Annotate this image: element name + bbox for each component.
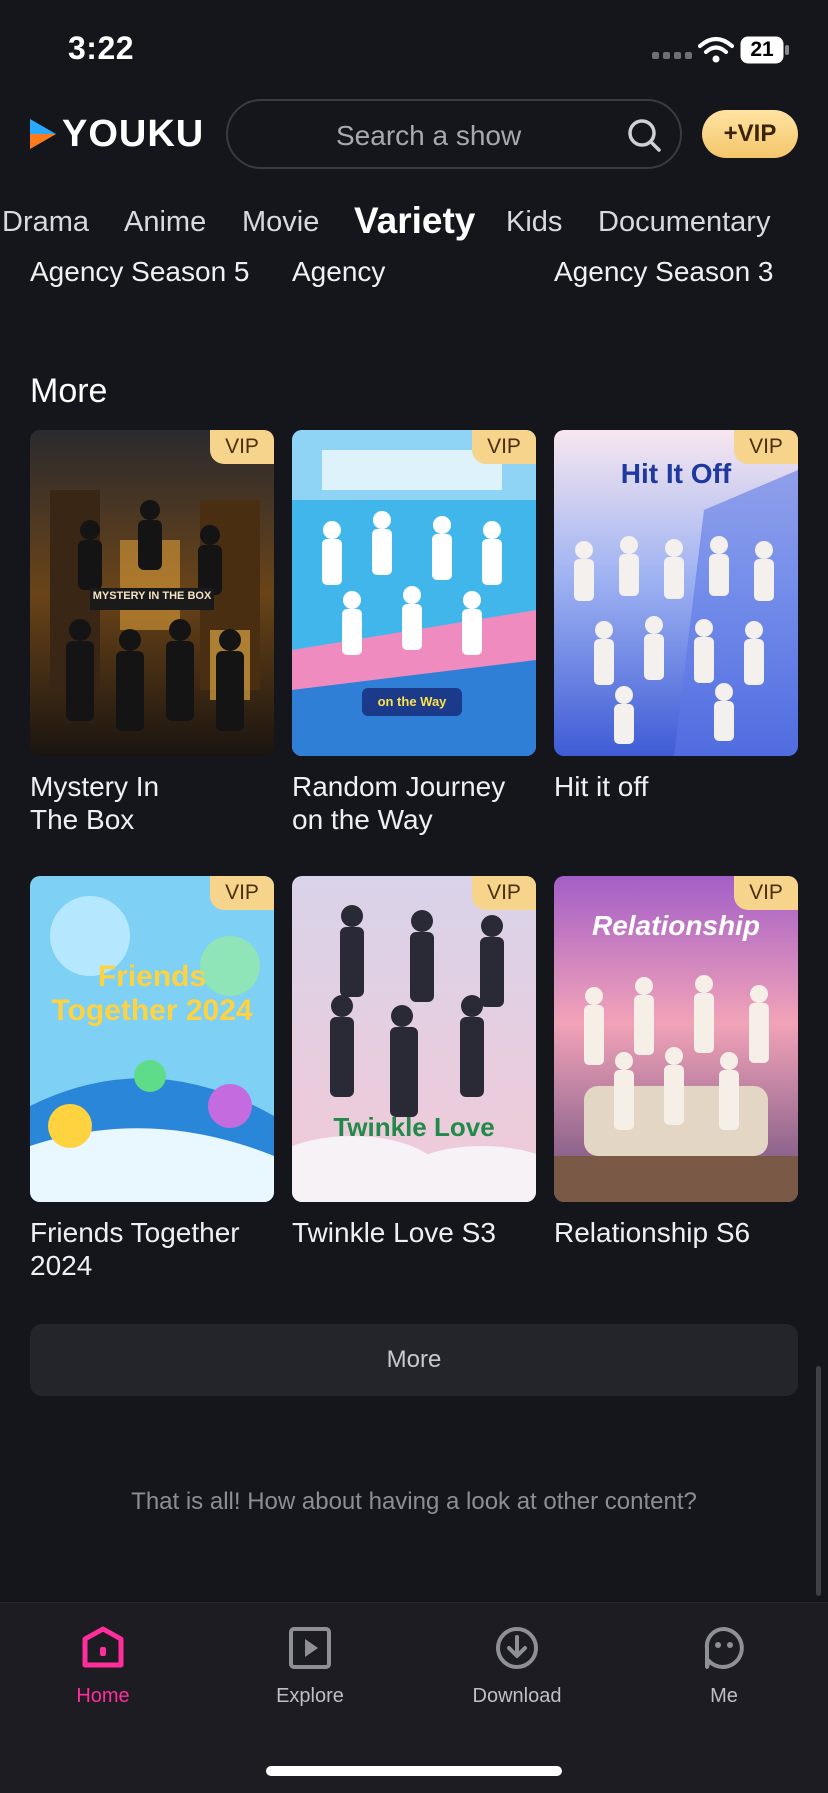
nav-explore[interactable]: Explore	[240, 1625, 380, 1708]
youku-play-icon	[30, 119, 56, 149]
home-indicator[interactable]	[266, 1766, 562, 1776]
show-card[interactable]: Twinkle Love VIP Twinkle Love S3	[292, 876, 536, 1249]
category-tabs: Drama Anime Movie Variety Kids Documenta…	[0, 200, 828, 250]
logo-text: YOUKU	[62, 112, 205, 155]
play-square-icon	[289, 1627, 331, 1669]
nav-home[interactable]: Home	[33, 1625, 173, 1708]
show-poster[interactable]: Hit It Off VIP	[554, 430, 798, 756]
more-button[interactable]: More	[30, 1324, 798, 1396]
home-icon	[82, 1626, 124, 1668]
tab-variety[interactable]: Variety	[354, 200, 475, 242]
show-title: Mystery In The Box	[30, 770, 274, 836]
show-poster[interactable]: Friends Together 2024 VIP	[30, 876, 274, 1202]
nav-me[interactable]: Me	[654, 1625, 794, 1708]
show-title-line: on the Way	[292, 804, 433, 835]
show-title: Hit it off	[554, 770, 798, 803]
show-title: Twinkle Love S3	[292, 1216, 536, 1249]
search-input[interactable]: Search a show	[226, 99, 682, 169]
bottom-nav: Home Explore Download Me	[0, 1602, 828, 1793]
battery-level: 21	[750, 38, 774, 61]
previous-card-title[interactable]: Agency	[292, 255, 385, 315]
nav-download[interactable]: Download	[447, 1625, 587, 1708]
cellular-signal-icon	[652, 52, 692, 60]
face-icon	[704, 1626, 744, 1669]
tab-drama[interactable]: Drama	[2, 206, 89, 239]
show-title: Random Journey on the Way	[292, 770, 536, 836]
show-title-line: Relationship S6	[554, 1217, 751, 1248]
vip-button[interactable]: +VIP	[702, 110, 798, 158]
status-bar: 3:22 21	[0, 0, 828, 96]
nav-label: Me	[710, 1685, 738, 1707]
nav-label: Download	[472, 1685, 562, 1707]
tab-movie[interactable]: Movie	[242, 206, 319, 239]
status-time: 3:22	[68, 30, 135, 66]
show-title: Friends Together 2024	[30, 1216, 274, 1282]
show-title-line: Mystery In	[30, 771, 160, 802]
show-card[interactable]: MYSTERY IN THE BOX VIP Mystery In The Bo…	[30, 430, 274, 836]
search-placeholder: Search a show	[336, 120, 522, 151]
show-title-line: Random Journey	[292, 771, 506, 802]
poster-title-art: Friends Together 2024	[51, 960, 253, 1027]
show-title-line: Hit it off	[554, 771, 649, 802]
nav-label: Explore	[276, 1685, 344, 1707]
poster-title-art: MYSTERY IN THE BOX	[92, 590, 212, 602]
show-card[interactable]: on the Way VIP Random Journey on the Way	[292, 430, 536, 836]
wifi-icon	[698, 37, 734, 63]
vip-badge: VIP	[210, 430, 274, 464]
poster-title-art: Relationship	[591, 910, 760, 941]
battery-icon: 21	[740, 36, 790, 64]
previous-card-title[interactable]: Agency Season 3	[554, 255, 774, 315]
show-title-line: The Box	[30, 804, 135, 835]
poster-title-art: on the Way	[377, 694, 447, 709]
previous-card-title[interactable]: Agency Season 5	[30, 255, 250, 315]
vip-badge: VIP	[734, 876, 798, 910]
vip-badge: VIP	[472, 876, 536, 910]
show-card[interactable]: Relationship VIP Relationship S6	[554, 876, 798, 1249]
show-card[interactable]: Friends Together 2024 VIP Friends Togeth…	[30, 876, 274, 1282]
scrollbar[interactable]	[816, 1366, 821, 1596]
show-poster[interactable]: on the Way VIP	[292, 430, 536, 756]
download-icon	[496, 1627, 538, 1669]
tab-kids[interactable]: Kids	[506, 206, 562, 239]
show-title-line: Twinkle Love S3	[292, 1217, 496, 1248]
search-icon[interactable]	[626, 117, 662, 153]
vip-badge: VIP	[734, 430, 798, 464]
end-of-list-message: That is all! How about having a look at …	[131, 1488, 697, 1515]
show-poster[interactable]: Twinkle Love VIP	[292, 876, 536, 1202]
youku-logo[interactable]: YOUKU	[28, 112, 205, 155]
show-poster[interactable]: MYSTERY IN THE BOX VIP	[30, 430, 274, 756]
vip-badge: VIP	[472, 430, 536, 464]
tab-documentary[interactable]: Documentary	[598, 206, 770, 239]
show-card[interactable]: Hit It Off VIP Hit it off	[554, 430, 798, 803]
show-poster[interactable]: Relationship VIP	[554, 876, 798, 1202]
vip-badge: VIP	[210, 876, 274, 910]
poster-title-art: Twinkle Love	[333, 1112, 495, 1142]
show-title-line: 2024	[30, 1250, 93, 1281]
section-title: More	[30, 372, 108, 410]
show-title: Relationship S6	[554, 1216, 798, 1249]
tab-anime[interactable]: Anime	[124, 206, 206, 239]
nav-label: Home	[76, 1685, 130, 1707]
show-title-line: Friends Together	[30, 1217, 240, 1248]
